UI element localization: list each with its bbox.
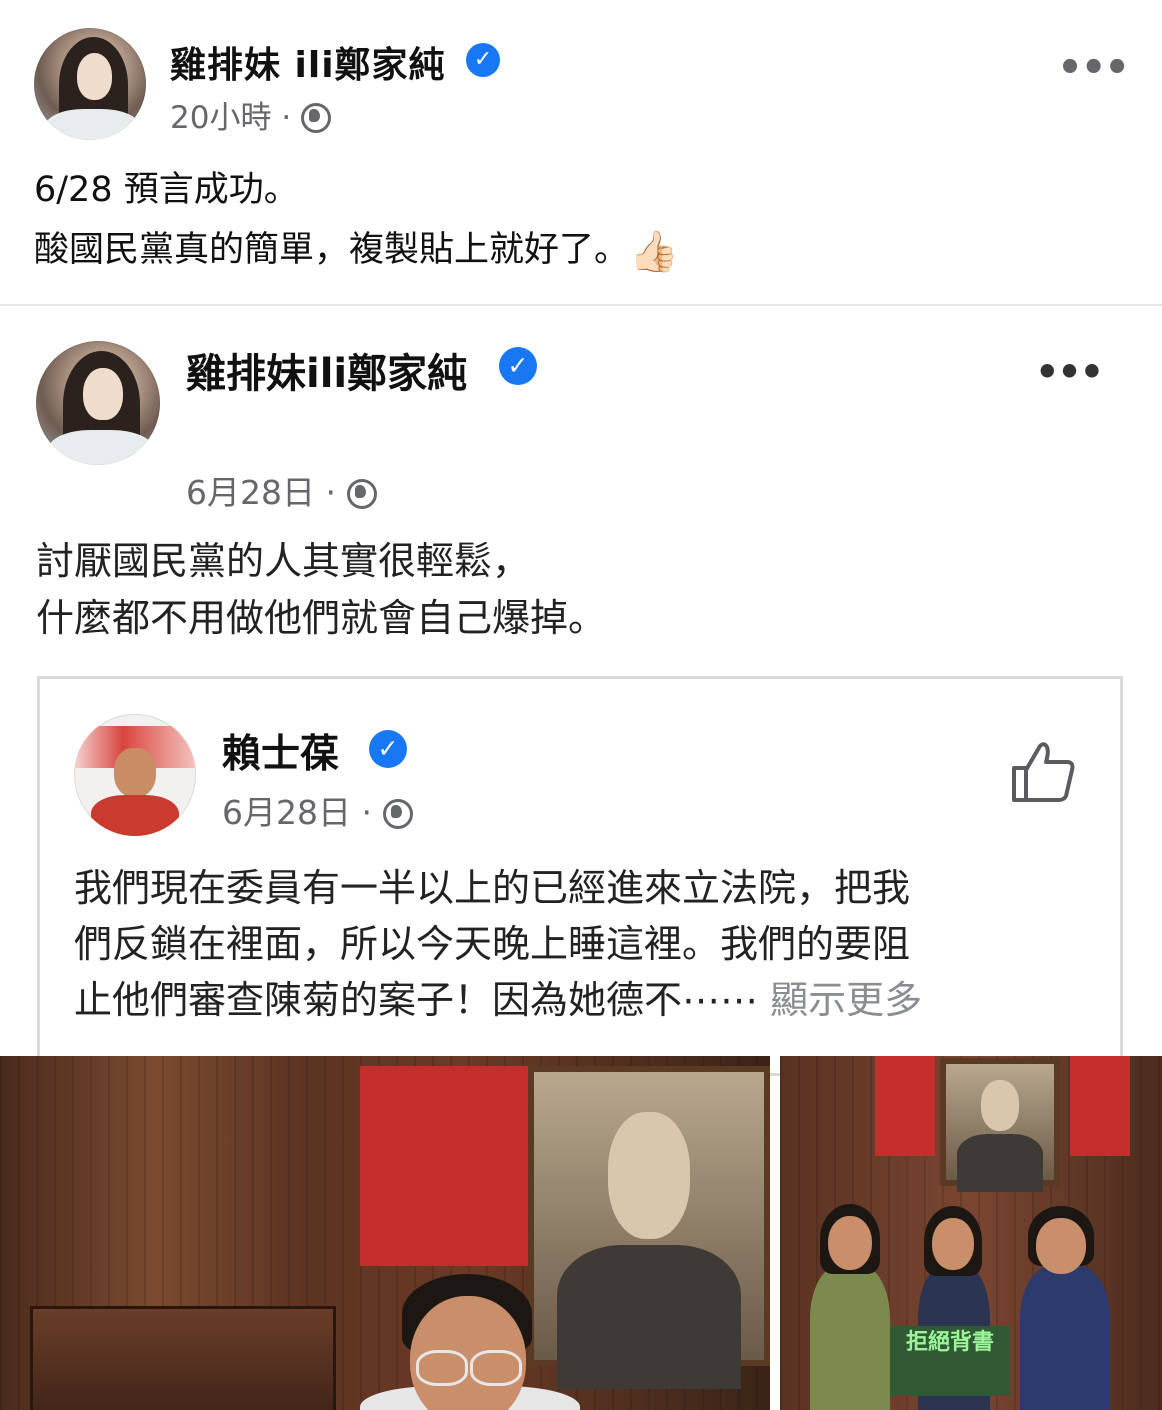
- quoted-text-line: 我們現在委員有一半以上的已經進來立法院，把我: [74, 866, 911, 910]
- shared-text-line: 什麼都不用做他們就會自己爆掉。: [36, 596, 607, 640]
- glasses: [416, 1350, 468, 1386]
- meta-separator: ·: [361, 793, 373, 832]
- avatar-face: [76, 52, 113, 100]
- photo-left[interactable]: [0, 1056, 770, 1410]
- more-options-icon: •••: [1035, 350, 1104, 394]
- globe-icon: [301, 103, 332, 133]
- avatar-face: [83, 368, 123, 421]
- globe-icon: [346, 479, 377, 509]
- post-meta: 20小時 ·: [170, 92, 332, 137]
- more-options-button[interactable]: •••: [1057, 45, 1130, 91]
- quoted-text-line-content: 止他們審查陳菊的案子！因為她德不⋯⋯: [74, 978, 759, 1022]
- portrait-face: [980, 1080, 1020, 1132]
- meta-separator: ·: [325, 473, 337, 512]
- quoted-post-meta: 6月28日 ·: [222, 786, 413, 834]
- post-text-line: 6/28 預言成功。: [34, 170, 299, 210]
- shared-post-meta: 6月28日 ·: [186, 466, 377, 514]
- red-panel: [360, 1066, 530, 1266]
- portrait-body: [557, 1244, 741, 1389]
- person-shirt: [1020, 1266, 1110, 1410]
- quoted-author-avatar: [74, 714, 196, 836]
- post-text-line-content: 酸國民黨真的簡單，複製貼上就好了。: [34, 230, 630, 270]
- glasses: [470, 1350, 522, 1386]
- portrait-body: [956, 1133, 1044, 1192]
- divider: [0, 304, 1162, 306]
- person-shirt: [810, 1266, 890, 1410]
- quoted-text-line: 止他們審查陳菊的案子！因為她德不⋯⋯ 顯示更多: [74, 972, 922, 1028]
- author-name[interactable]: 雞排妹 ili鄭家純: [170, 36, 446, 88]
- red-panel: [875, 1056, 935, 1156]
- globe-icon: [382, 799, 413, 829]
- person-head: [1036, 1218, 1086, 1274]
- verified-badge-icon: ✓: [466, 43, 500, 77]
- portrait-frame: [940, 1058, 1060, 1192]
- protest-sign: 拒絕背書: [890, 1326, 1010, 1396]
- post-text-line: 酸國民黨真的簡單，複製貼上就好了。👍🏻: [34, 220, 679, 282]
- avatar-shirt: [48, 430, 154, 465]
- portrait-frame: [528, 1066, 770, 1389]
- avatar-face: [114, 748, 156, 797]
- thumbs-up-emoji-icon: 👍🏻: [629, 229, 679, 275]
- quoted-post-text: 我們現在委員有一半以上的已經進來立法院，把我 們反鎖在裡面，所以今天晚上睡這裡。…: [74, 860, 922, 1028]
- shared-author-avatar: [36, 341, 160, 465]
- photo-right[interactable]: 拒絕背書: [780, 1056, 1162, 1410]
- shared-post-date: 6月28日: [186, 473, 315, 512]
- thumbs-up-icon: [1012, 742, 1075, 802]
- shared-author-name: 雞排妹ili鄭家純: [186, 351, 468, 397]
- quoted-text-line: 們反鎖在裡面，所以今天晚上睡這裡。我們的要阻: [74, 922, 911, 966]
- quoted-post-date: 6月28日: [222, 793, 351, 832]
- verified-badge-icon: ✓: [369, 730, 407, 768]
- post-text: 6/28 預言成功。 酸國民黨真的簡單，複製貼上就好了。👍🏻: [34, 160, 679, 282]
- shared-post-text: 討厭國民黨的人其實很輕鬆， 什麼都不用做他們就會自己爆掉。: [36, 533, 606, 647]
- post-time[interactable]: 20小時: [170, 100, 271, 136]
- red-panel: [1070, 1056, 1130, 1156]
- post-screenshot: 雞排妹 ili鄭家純 ✓ 20小時 · ••• 6/28 預言成功。 酸國民黨真…: [0, 0, 1162, 1410]
- person-head: [932, 1218, 974, 1270]
- portrait-face: [607, 1112, 691, 1240]
- see-more-link: 顯示更多: [770, 978, 923, 1022]
- person-head: [828, 1216, 872, 1270]
- avatar-shirt: [45, 108, 141, 140]
- avatar-shirt: [91, 794, 179, 836]
- author-avatar[interactable]: [34, 28, 146, 140]
- quoted-author-name: 賴士葆: [222, 732, 340, 777]
- shared-text-line: 討厭國民黨的人其實很輕鬆，: [36, 539, 531, 583]
- meta-separator: ·: [281, 100, 292, 136]
- verified-badge-icon: ✓: [499, 347, 537, 385]
- cabinet: [30, 1306, 336, 1410]
